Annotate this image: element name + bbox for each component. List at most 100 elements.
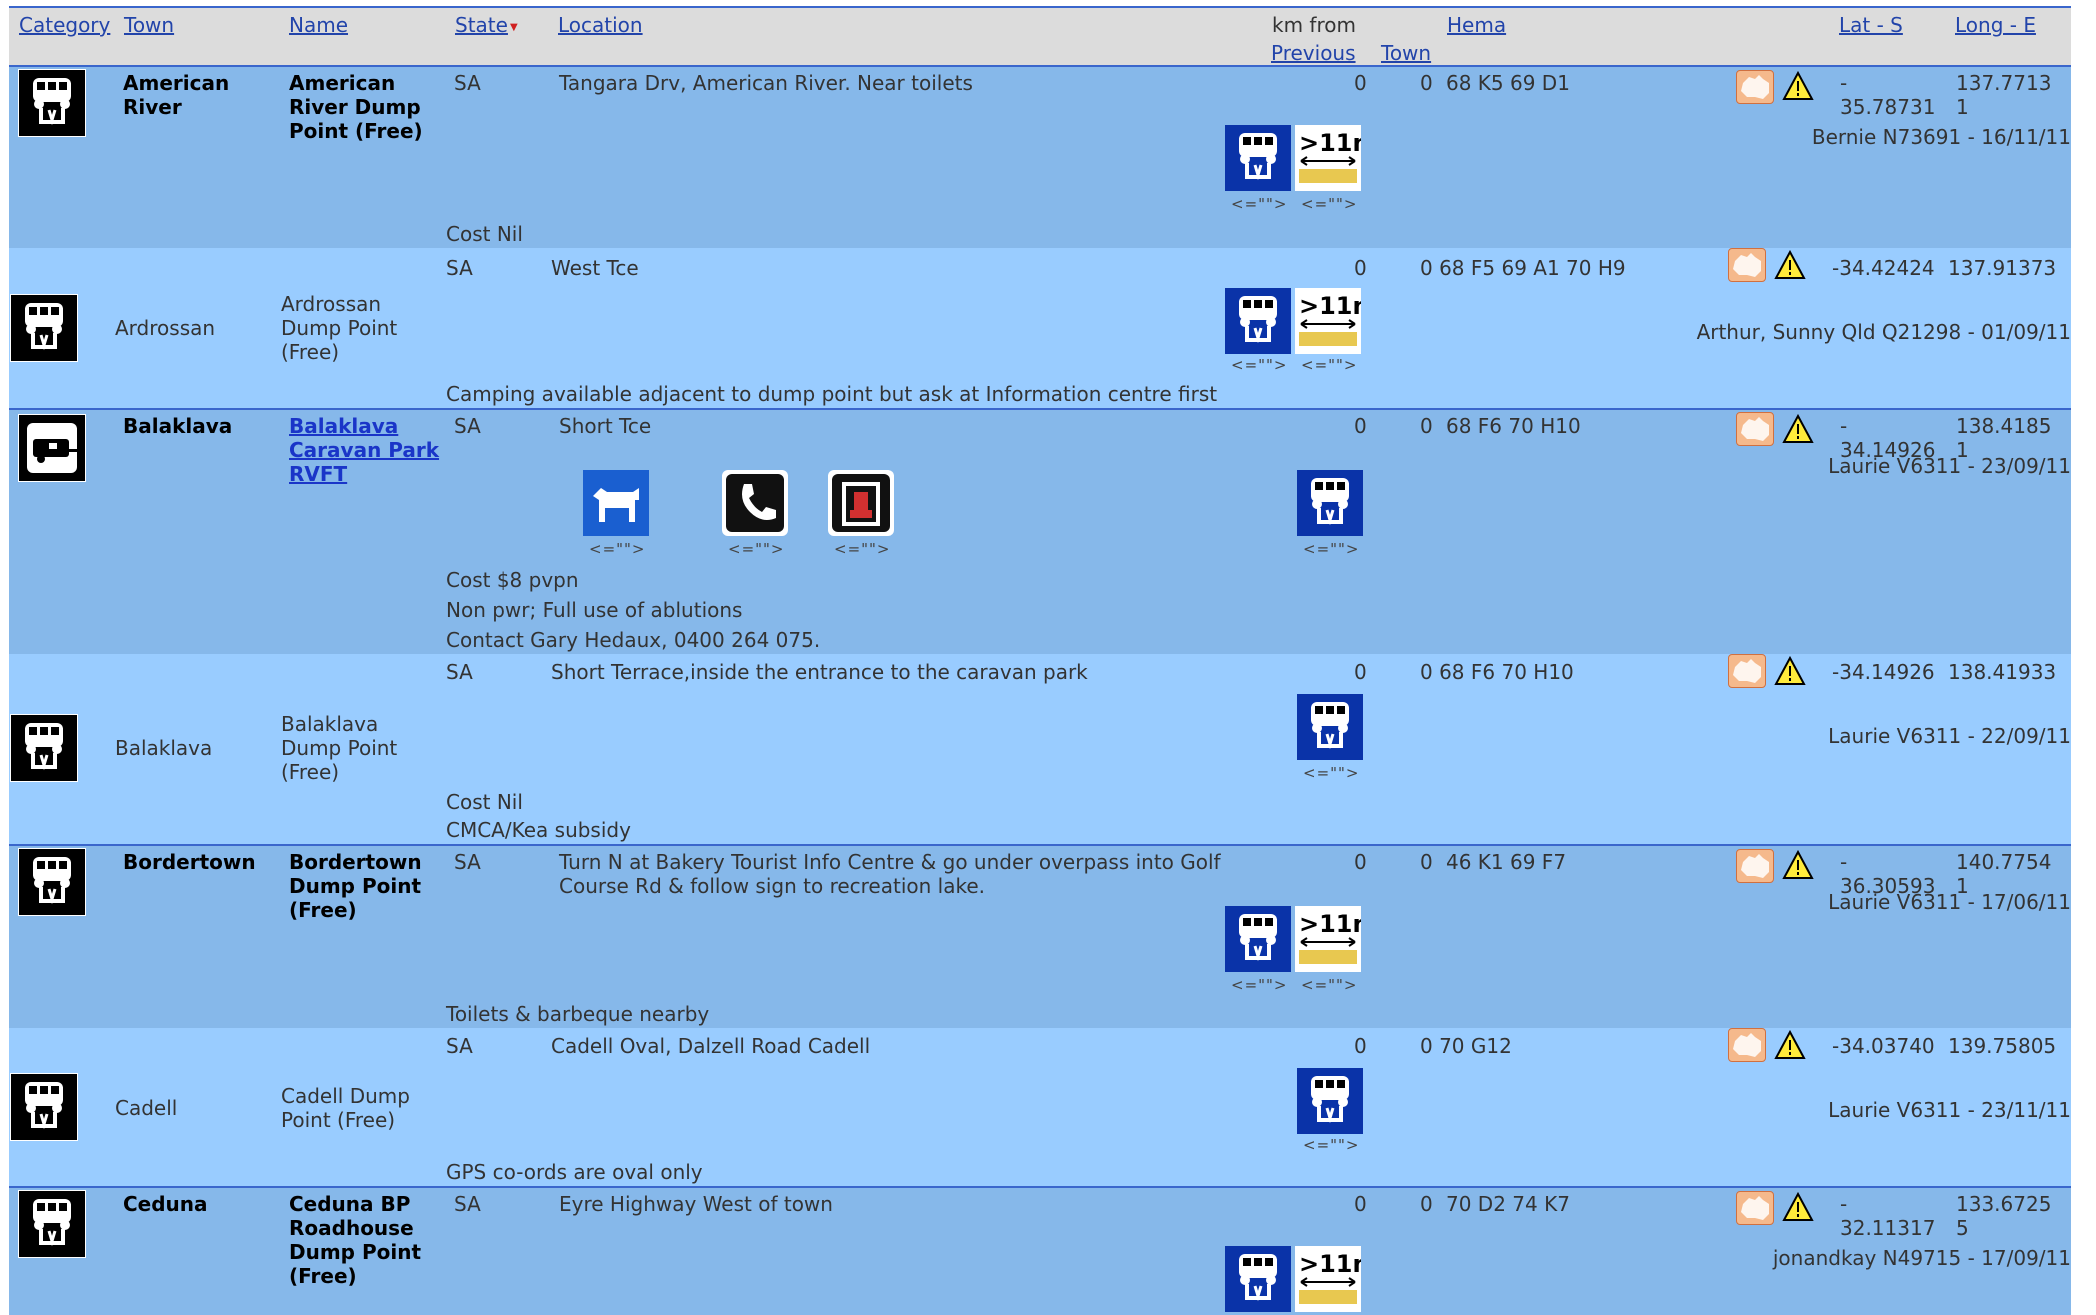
length-over-11m-icon [1295,906,1361,972]
km-previous: 0 [1354,414,1367,438]
state: SA [446,256,473,280]
sort-previous[interactable]: Previous [1271,41,1356,65]
dump-point-facility-icon [1297,1068,1363,1134]
sort-hema[interactable]: Hema [1447,13,1506,37]
location: Tangara Drv, American River. Near toilet… [559,71,973,95]
warning-icon[interactable] [1774,656,1806,686]
australia-map-icon[interactable] [1736,849,1774,883]
australia-map-icon[interactable] [1728,654,1766,688]
hema: 68 F6 70 H10 [1446,414,1581,438]
length-over-11m-icon [1295,125,1361,191]
town: American River [123,71,230,119]
hema: 0 68 F5 69 A1 70 H9 [1420,256,1626,280]
dump-point-facility-icon [1297,470,1363,536]
location: Short Terrace,inside the entrance to the… [551,660,1088,684]
km-town: 0 [1420,71,1433,95]
warning-icon[interactable] [1782,414,1814,444]
phone-icon [722,470,788,536]
australia-map-icon[interactable] [1728,1028,1766,1062]
sort-lat[interactable]: Lat - S [1839,13,1903,37]
sort-long[interactable]: Long - E [1955,13,2036,37]
contributor: Arthur, Sunny Qld Q21298 - 01/09/11 [1696,320,2071,344]
note: Cost Nil [446,790,523,814]
site-name: Balaklava Dump Point (Free) [281,712,398,784]
longitude: 137.91373 [1948,256,2057,280]
icon-caption: <=""> [1301,356,1358,374]
table-header: Category Town Name State ▼ Location km f… [9,6,2071,70]
location: Cadell Oval, Dalzell Road Cadell [551,1034,871,1058]
longitude: 138.41933 [1948,660,2057,684]
contributor: Laurie V6311 - 17/06/11 [1828,890,2071,914]
sort-town-distance[interactable]: Town [1381,41,1431,65]
km-previous: 0 [1354,660,1367,684]
site-name: Ceduna BP Roadhouse Dump Point (Free) [289,1192,422,1288]
state: SA [446,1034,473,1058]
state: SA [454,1192,481,1216]
note: GPS co-ords are oval only [446,1160,703,1184]
longitude: 137.7713 1 [1956,71,2052,119]
contributor: jonandkay N49715 - 17/09/11 [1772,1246,2071,1270]
dump-point-facility-icon [1225,125,1291,191]
km-town: 0 [1420,850,1433,874]
dump-point-icon [10,714,78,782]
sort-town[interactable]: Town [124,13,174,37]
table-row[interactable]: Balaklava Balaklava Caravan Park RVFT SA… [9,408,2071,656]
dump-point-facility-icon [1225,1246,1291,1312]
latitude: -34.14926 [1832,660,1935,684]
note: Cost $8 pvpn [446,568,579,592]
dump-point-icon [10,1073,78,1141]
site-name: Bordertown Dump Point (Free) [289,850,422,922]
site-name-link[interactable]: Balaklava Caravan Park RVFT [289,414,449,486]
location: West Tce [551,256,639,280]
town: Ardrossan [115,316,216,340]
note: CMCA/Kea subsidy [446,818,631,842]
sort-state[interactable]: State [455,13,508,37]
sort-name[interactable]: Name [289,13,348,37]
warning-icon[interactable] [1782,71,1814,101]
warning-icon[interactable] [1774,1030,1806,1060]
sort-arrow-icon: ▼ [510,22,518,33]
length-over-11m-icon [1295,1246,1361,1312]
note: Toilets & barbeque nearby [446,1002,710,1026]
dump-point-facility-icon [1297,694,1363,760]
icon-caption: <=""> [589,540,646,558]
sort-category[interactable]: Category [19,13,110,37]
note: Camping available adjacent to dump point… [446,382,1218,406]
km-town: 0 [1420,414,1433,438]
table-row[interactable]: Bordertown Bordertown Dump Point (Free) … [9,844,2071,1030]
table-row[interactable]: Ceduna Ceduna BP Roadhouse Dump Point (F… [9,1186,2071,1315]
icon-caption: <=""> [1303,1136,1360,1154]
latitude: - 35.78731 [1840,71,1936,119]
australia-map-icon[interactable] [1736,412,1774,446]
longitude: 139.75805 [1948,1034,2057,1058]
state: SA [454,71,481,95]
contributor: Laurie V6311 - 23/09/11 [1828,454,2071,478]
dump-point-icon [18,1190,86,1258]
site-name: Ardrossan Dump Point (Free) [281,292,398,364]
table-row[interactable]: Cadell Cadell Dump Point (Free) SA Cadel… [9,1028,2071,1186]
caravan-park-icon [18,414,86,482]
state: SA [446,660,473,684]
sort-location[interactable]: Location [558,13,643,37]
icon-caption: <=""> [1303,540,1360,558]
australia-map-icon[interactable] [1728,248,1766,282]
table-row[interactable]: American River American River Dump Point… [9,65,2071,250]
state: SA [454,414,481,438]
australia-map-icon[interactable] [1736,70,1774,104]
warning-icon[interactable] [1782,1192,1814,1222]
australia-map-icon[interactable] [1736,1191,1774,1225]
location: Eyre Highway West of town [559,1192,833,1216]
table-row[interactable]: Ardrossan Ardrossan Dump Point (Free) SA… [9,248,2071,408]
location: Short Tce [559,414,652,438]
town: Cadell [115,1096,178,1120]
km-previous: 0 [1354,1034,1367,1058]
icon-caption: <=""> [728,540,785,558]
table-row[interactable]: Balaklava Balaklava Dump Point (Free) SA… [9,654,2071,844]
contributor: Bernie N73691 - 16/11/11 [1811,125,2071,149]
warning-icon[interactable] [1774,250,1806,280]
km-previous: 0 [1354,256,1367,280]
latitude: -34.42424 [1832,256,1935,280]
hema: 70 D2 74 K7 [1446,1192,1570,1216]
town: Balaklava [115,736,213,760]
warning-icon[interactable] [1782,850,1814,880]
